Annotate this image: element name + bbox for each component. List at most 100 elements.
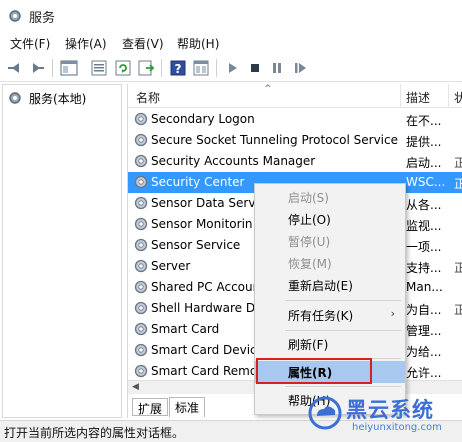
start-service-icon[interactable] [222,58,242,78]
column-header-description[interactable]: 描述 [406,89,430,106]
menu-separator [285,386,401,387]
service-description: 为自... [406,303,442,317]
menu-item-resume[interactable]: 恢复(M) [255,252,405,274]
column-divider[interactable] [400,84,401,108]
stop-service-icon[interactable] [245,58,265,78]
list-view-icon[interactable] [89,58,109,78]
column-header-row: ^ 名称 描述 状 [128,84,462,108]
refresh-icon[interactable] [113,58,133,78]
sort-caret-icon: ^ [264,84,272,94]
service-name: Sensor Monitorin [151,217,253,231]
status-text: 打开当前所选内容的属性对话框。 [4,426,185,440]
export-list-icon[interactable] [136,58,156,78]
service-name: Server [151,259,191,273]
forward-arrow-icon[interactable] [27,58,47,78]
toolbar: ? [0,54,462,82]
menu-item-label: 恢复(M) [288,257,332,271]
back-arrow-icon[interactable] [5,58,25,78]
service-status: 正 [454,259,462,276]
service-description: 监视... [406,219,442,233]
menu-item-label: 停止(O) [288,213,331,227]
console-tree-pane: 服务(本地) [2,84,122,418]
services-gear-icon [9,92,21,104]
menu-item-start[interactable]: 启动(S) [255,186,405,208]
watermark: 黑云系统 heiyunxitong.com [300,392,462,442]
service-row[interactable]: Secure Socket Tunneling Protocol Service… [128,130,462,151]
menu-item-all-tasks[interactable]: 所有任务(K) › [255,304,405,326]
service-description: 在不... [406,114,442,128]
service-name: Sensor Service [151,238,241,252]
scroll-left-arrow-icon[interactable]: ◀ [132,382,139,392]
service-name: Smart Card Devic [151,343,257,357]
service-gear-icon [134,301,148,315]
tab-extended[interactable]: 扩展 [132,398,169,416]
tab-standard[interactable]: 标准 [169,397,206,417]
svg-text:?: ? [175,62,182,76]
restart-service-icon[interactable] [290,58,310,78]
service-gear-icon [134,175,148,189]
menu-view[interactable]: 查看(V) [122,35,164,52]
service-name: Secondary Logon [151,112,255,126]
tree-node-label: 服务(本地) [29,92,87,106]
service-description: 提供... [406,135,442,149]
pause-service-icon[interactable] [267,58,287,78]
menu-help[interactable]: 帮助(H) [177,35,219,52]
service-gear-icon [134,133,148,147]
service-gear-icon [134,196,148,210]
service-row[interactable]: Secondary Logon 在不... [128,109,462,130]
service-name: Sensor Data Serv [151,196,256,210]
menu-item-refresh[interactable]: 刷新(F) [255,333,405,355]
highlight-callout-box [256,358,372,384]
menu-item-label: 重新启动(E) [288,279,353,293]
service-gear-icon [134,364,148,378]
properties-pane-icon[interactable] [191,58,211,78]
service-gear-icon [134,154,148,168]
column-header-status[interactable]: 状 [454,89,462,106]
menu-separator [285,300,401,301]
service-description: 启动... [406,156,442,170]
cloud-logo-icon [308,396,342,430]
title-bar: 服务 [0,0,462,32]
menu-item-label: 启动(S) [288,191,329,205]
service-name: Security Center [151,175,245,189]
column-header-name[interactable]: 名称 [136,89,160,106]
service-name: Security Accounts Manager [151,154,316,168]
service-description: Man... [406,280,443,294]
service-name: Shared PC Accour [151,280,258,294]
service-gear-icon [134,280,148,294]
menu-item-pause[interactable]: 暂停(U) [255,230,405,252]
service-gear-icon [134,238,148,252]
service-name: Smart Card Remo [151,364,258,378]
console-tree-icon[interactable] [59,58,79,78]
service-name: Shell Hardware D [151,301,256,315]
submenu-arrow-icon: › [390,307,395,320]
window-title: 服务 [29,11,56,26]
menu-bar: 文件(F) 操作(A) 查看(V) 帮助(H) [0,33,462,53]
service-name: Smart Card [151,322,220,336]
help-icon[interactable]: ? [168,58,188,78]
service-gear-icon [134,217,148,231]
column-divider[interactable] [448,84,449,108]
menu-item-stop[interactable]: 停止(O) [255,208,405,230]
service-status: 正 [454,301,462,318]
menu-file[interactable]: 文件(F) [10,35,50,52]
watermark-title: 黑云系统 [346,398,434,422]
toolbar-divider [161,59,162,77]
service-description: 管理... [406,324,442,338]
menu-item-label: 刷新(F) [288,338,329,352]
service-description: 允许... [406,366,442,380]
watermark-url: heiyunxitong.com [352,422,442,433]
toolbar-divider [216,59,217,77]
services-gear-icon [9,10,21,22]
menu-item-label: 暂停(U) [288,235,331,249]
service-status: 正 [454,154,462,171]
service-gear-icon [134,343,148,357]
service-row[interactable]: Security Accounts Manager 启动... 正 [128,151,462,172]
service-description: 支持... [406,261,442,275]
service-name: Secure Socket Tunneling Protocol Service [151,133,398,147]
menu-item-restart[interactable]: 重新启动(E) [255,274,405,296]
menu-item-label: 所有任务(K) [288,309,354,323]
menu-action[interactable]: 操作(A) [65,35,107,52]
toolbar-divider [52,59,53,77]
service-status: 正 [454,175,462,192]
